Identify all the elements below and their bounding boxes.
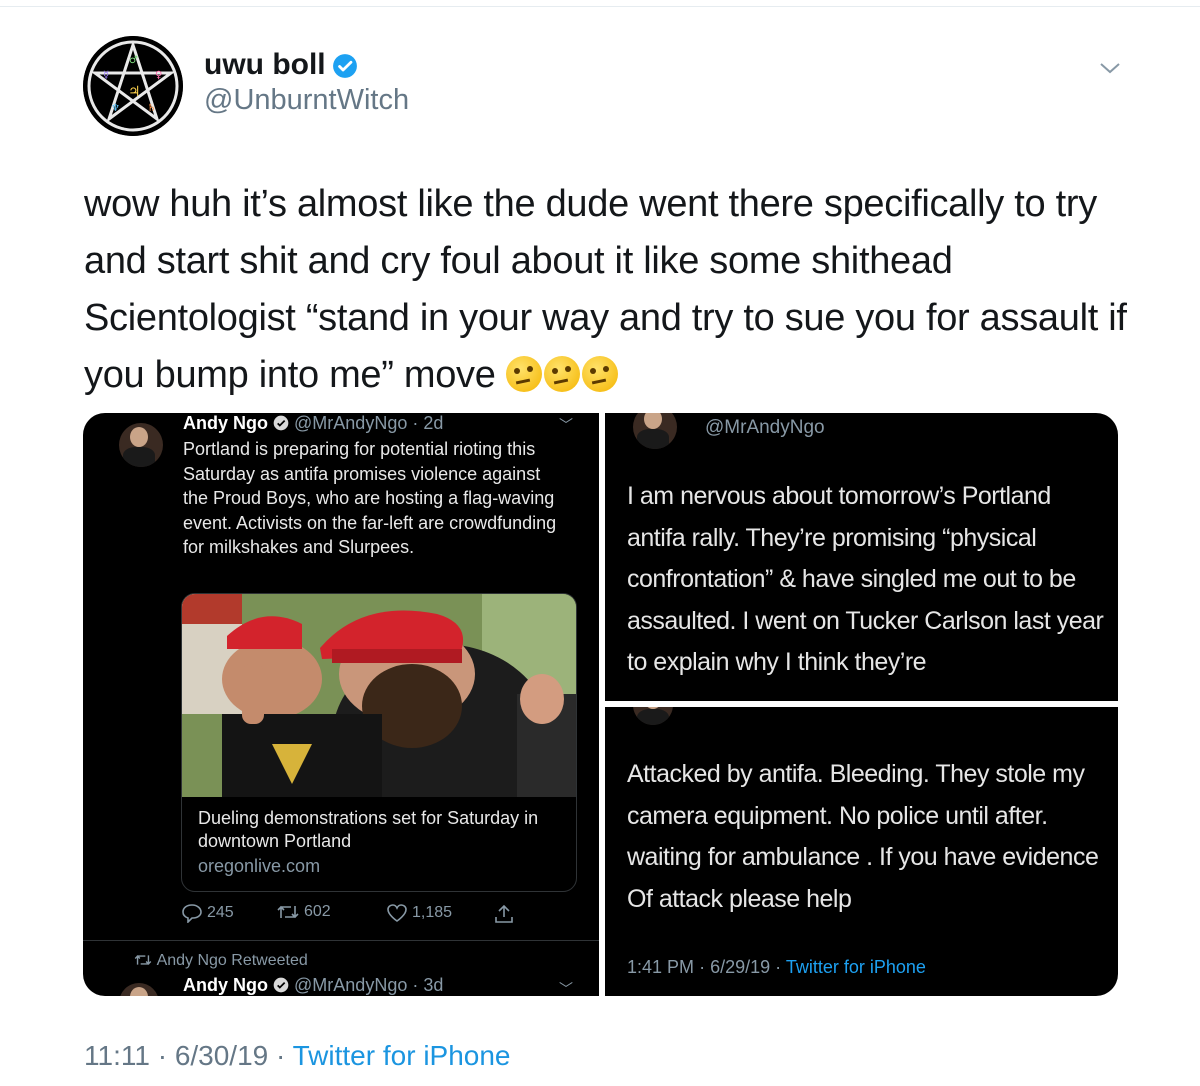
media-screenshot-left[interactable]: Andy Ngo @MrAndyNgo · 2d ﹀ Portland is p… bbox=[83, 413, 599, 996]
media-screenshot-bottom-right[interactable]: Attacked by antifa. Bleeding. They stole… bbox=[605, 707, 1118, 996]
embedded-avatar bbox=[119, 423, 163, 467]
embedded-avatar bbox=[119, 983, 159, 996]
svg-text:♃: ♃ bbox=[128, 84, 141, 100]
embedded-next-handle-time: @MrAndyNgo · 3d bbox=[294, 975, 444, 995]
link-card-photo bbox=[182, 594, 576, 797]
protest-photo bbox=[182, 594, 576, 797]
svg-text:♀: ♀ bbox=[155, 70, 162, 81]
reply-icon bbox=[182, 904, 202, 923]
reply-action: 245 bbox=[181, 903, 234, 923]
thinking-face-icon bbox=[543, 356, 580, 392]
link-card-title: Dueling demonstrations set for Saturday … bbox=[198, 808, 539, 851]
separator-dot: · bbox=[276, 1040, 286, 1071]
embedded-avatar bbox=[633, 413, 677, 449]
media-screenshot-top-right[interactable]: @MrAndyNgo I am nervous about tomorrow’s… bbox=[605, 413, 1118, 701]
chevron-down-icon: ﹀ bbox=[559, 981, 573, 996]
embedded-source: Twitter for iPhone bbox=[785, 957, 926, 977]
embedded-author: Andy Ngo @MrAndyNgo · 2d bbox=[183, 413, 443, 434]
svg-text:♄: ♄ bbox=[147, 103, 156, 114]
user-handle[interactable]: @UnburntWitch bbox=[204, 84, 409, 117]
verified-badge-icon bbox=[273, 415, 289, 431]
embedded-tweet-text: Portland is preparing for potential riot… bbox=[183, 439, 557, 557]
verified-badge-icon bbox=[273, 977, 289, 993]
thinking-face-icon bbox=[505, 356, 542, 392]
retweet-count: 602 bbox=[304, 903, 331, 920]
separator-dot: · bbox=[775, 957, 782, 977]
tweet-source-link[interactable]: Twitter for iPhone bbox=[293, 1040, 511, 1071]
link-card-domain: oregonlive.com bbox=[198, 856, 321, 876]
attached-media-grid[interactable]: Andy Ngo @MrAndyNgo · 2d ﹀ Portland is p… bbox=[83, 413, 1118, 996]
link-card: Dueling demonstrations set for Saturday … bbox=[181, 593, 577, 892]
like-count: 1,185 bbox=[412, 904, 453, 921]
reply-count: 245 bbox=[207, 904, 234, 921]
pentagram-icon: ♂ ♀ ☿ ♃ ♆ ♄ bbox=[83, 36, 183, 136]
share-action bbox=[493, 903, 515, 925]
like-action: 1,185 bbox=[386, 903, 452, 923]
embedded-time: 1:41 PM bbox=[627, 957, 695, 977]
svg-text:♆: ♆ bbox=[111, 103, 120, 114]
profile-avatar[interactable]: ♂ ♀ ☿ ♃ ♆ ♄ bbox=[83, 36, 183, 136]
retweeted-label: Andy Ngo Retweeted bbox=[133, 952, 308, 970]
embedded-next-author-name: Andy Ngo bbox=[183, 975, 268, 995]
svg-text:☿: ☿ bbox=[103, 70, 109, 81]
tweet-date[interactable]: 6/30/19 bbox=[175, 1040, 268, 1071]
share-icon bbox=[495, 904, 513, 923]
top-divider bbox=[0, 6, 1200, 7]
embedded-tweet-text: I am nervous about tomorrow’s Portland a… bbox=[627, 482, 1104, 676]
retweet-action: 602 bbox=[276, 903, 331, 921]
svg-text:♂: ♂ bbox=[129, 55, 138, 66]
embedded-date: 6/29/19 bbox=[710, 957, 771, 977]
embedded-tweet-text: Attacked by antifa. Bleeding. They stole… bbox=[627, 760, 1099, 913]
chevron-down-icon: ﹀ bbox=[559, 417, 573, 433]
separator-dot: · bbox=[699, 957, 706, 977]
embedded-next-author: Andy Ngo @MrAndyNgo · 3d bbox=[183, 975, 443, 996]
tweet-time[interactable]: 11:11 bbox=[84, 1040, 150, 1071]
display-name-text[interactable]: uwu boll bbox=[204, 48, 326, 81]
chevron-down-icon[interactable] bbox=[1098, 58, 1122, 78]
verified-badge-icon bbox=[332, 54, 357, 78]
tweet-body: wow huh it’s almost like the dude went t… bbox=[84, 176, 1164, 404]
embedded-timestamp: 1:41 PM · 6/29/19 · Twitter for iPhone bbox=[627, 957, 926, 978]
separator-dot: · bbox=[157, 1040, 168, 1071]
retweet-icon bbox=[134, 955, 152, 965]
retweeted-text: Andy Ngo Retweeted bbox=[156, 952, 308, 969]
embedded-divider bbox=[83, 940, 599, 941]
embedded-handle-time: @MrAndyNgo · 2d bbox=[294, 413, 444, 433]
embedded-author-name: Andy Ngo bbox=[183, 413, 268, 433]
embedded-handle: @MrAndyNgo bbox=[705, 417, 825, 438]
retweet-icon bbox=[277, 905, 299, 919]
thinking-face-icon bbox=[581, 356, 618, 392]
heart-icon bbox=[387, 904, 407, 922]
embedded-avatar bbox=[633, 707, 673, 725]
tweet-timestamp: 11:11 · 6/30/19 · Twitter for iPhone bbox=[84, 1040, 511, 1072]
display-name[interactable]: uwu boll bbox=[204, 48, 358, 82]
